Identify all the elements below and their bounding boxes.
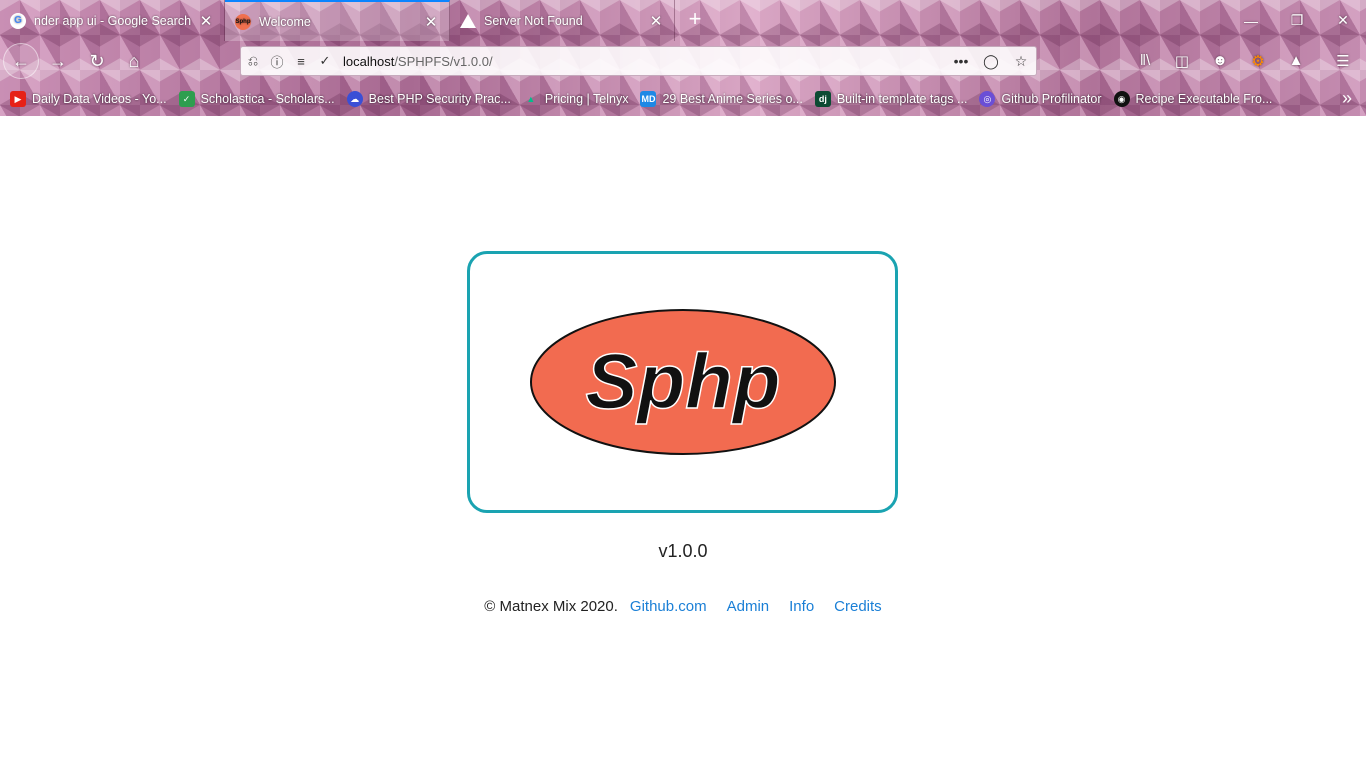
nav-bar: ← → ↻ ⌂ ⎌ ⓘ ≡ ✓ localhost/SPHPFS/v1.0.0/…: [0, 41, 1366, 81]
md-icon: MD: [640, 91, 657, 107]
close-icon[interactable]: ✕: [648, 12, 664, 30]
close-icon[interactable]: ✕: [423, 13, 439, 31]
tab-title: Server Not Found: [484, 13, 583, 28]
django-icon: dj: [814, 91, 831, 107]
bookmark-item[interactable]: ▲ Pricing | Telnyx: [523, 91, 629, 107]
home-button[interactable]: ⌂: [118, 45, 150, 77]
bookmark-star-icon[interactable]: ☆: [1006, 53, 1036, 70]
page-content: Sphp v1.0.0 © Matnex Mix 2020. Github.co…: [0, 116, 1366, 768]
tab-server-not-found[interactable]: Server Not Found ✕: [450, 0, 675, 41]
bookmark-label: 29 Best Anime Series o...: [662, 92, 803, 106]
tab-google-search[interactable]: G nder app ui - Google Search ✕: [0, 0, 225, 41]
bookmark-item[interactable]: ▶ Daily Data Videos - Yo...: [10, 91, 167, 107]
minimize-button[interactable]: —: [1228, 0, 1274, 41]
close-icon[interactable]: ✕: [198, 12, 214, 30]
bookmark-label: Github Profilinator: [1001, 92, 1102, 106]
logo-card: Sphp: [467, 251, 898, 513]
admin-link[interactable]: Admin: [727, 598, 770, 615]
browser-chrome: G nder app ui - Google Search ✕ Sphp Wel…: [0, 0, 1366, 116]
autoplay-blocked-icon[interactable]: ✓: [313, 53, 337, 69]
bookmark-label: Best PHP Security Prac...: [368, 92, 511, 106]
github-icon: ◉: [1113, 91, 1130, 107]
tracking-protection-icon[interactable]: ⎌: [241, 53, 265, 69]
shield-check-icon: ✓: [178, 91, 195, 107]
credits-link[interactable]: Credits: [834, 598, 882, 615]
sphp-logo: Sphp: [530, 309, 836, 455]
bookmark-label: Built-in template tags ...: [836, 92, 968, 106]
back-button[interactable]: ←: [3, 43, 39, 79]
menu-icon[interactable]: ☰: [1331, 52, 1355, 72]
tab-title: nder app ui - Google Search: [34, 13, 192, 28]
bookmark-item[interactable]: ☁ Best PHP Security Prac...: [346, 91, 511, 107]
url-path: /SPHPFS/v1.0.0/: [394, 53, 493, 69]
bookmarks-bar: ▶ Daily Data Videos - Yo... ✓ Scholastic…: [0, 84, 1366, 114]
bookmark-item[interactable]: ✓ Scholastica - Scholars...: [178, 91, 335, 107]
reload-button[interactable]: ↻: [81, 45, 113, 77]
logo-text: Sphp: [586, 337, 781, 425]
sphp-favicon: Sphp: [235, 13, 251, 30]
github-link[interactable]: Github.com: [630, 598, 707, 615]
footer: © Matnex Mix 2020. Github.com Admin Info…: [0, 598, 1366, 615]
bookmark-label: Daily Data Videos - Yo...: [32, 92, 167, 106]
version-label: v1.0.0: [658, 541, 708, 561]
youtube-icon: ▶: [10, 91, 26, 107]
info-icon[interactable]: ⓘ: [265, 52, 289, 71]
tab-welcome[interactable]: Sphp Welcome ✕: [225, 0, 450, 41]
bookmark-item[interactable]: ◉ Recipe Executable Fro...: [1113, 91, 1273, 107]
bookmarks-overflow-icon[interactable]: »: [1342, 88, 1352, 109]
profilinator-icon: ◎: [979, 91, 996, 107]
warning-icon: [460, 13, 476, 28]
info-link[interactable]: Info: [789, 598, 814, 615]
account-icon[interactable]: ☻: [1208, 52, 1232, 72]
bookmark-label: Scholastica - Scholars...: [200, 92, 335, 106]
tab-title: Welcome: [259, 14, 311, 29]
cloud-icon: ☁: [346, 91, 363, 107]
bookmark-label: Recipe Executable Fro...: [1135, 92, 1273, 106]
bookmark-item[interactable]: MD 29 Best Anime Series o...: [640, 91, 803, 107]
close-window-button[interactable]: ✕: [1320, 0, 1366, 41]
google-icon: G: [10, 12, 26, 29]
bookmark-label: Pricing | Telnyx: [544, 92, 629, 106]
pocket-icon[interactable]: ◯: [976, 53, 1006, 70]
extension-icon[interactable]: ⚙: [1246, 52, 1270, 72]
extension-hat-icon[interactable]: ▲: [1284, 52, 1308, 72]
bookmark-item[interactable]: dj Built-in template tags ...: [814, 91, 968, 107]
url-text[interactable]: localhost/SPHPFS/v1.0.0/: [343, 54, 946, 69]
sidebar-icon[interactable]: ◫: [1170, 52, 1194, 72]
page-actions-icon[interactable]: •••: [946, 53, 976, 69]
telnyx-icon: ▲: [526, 94, 536, 104]
forward-button[interactable]: →: [42, 45, 74, 77]
bookmark-item[interactable]: ◎ Github Profilinator: [979, 91, 1102, 107]
tab-strip: G nder app ui - Google Search ✕ Sphp Wel…: [0, 0, 1366, 41]
new-tab-button[interactable]: +: [682, 6, 708, 32]
library-icon[interactable]: ‖\: [1133, 52, 1157, 72]
url-host: localhost: [343, 53, 395, 69]
copyright-text: © Matnex Mix 2020.: [484, 598, 618, 615]
url-bar[interactable]: ⎌ ⓘ ≡ ✓ localhost/SPHPFS/v1.0.0/ ••• ◯ ☆: [240, 46, 1037, 76]
restore-button[interactable]: ❐: [1274, 0, 1320, 41]
permissions-icon[interactable]: ≡: [289, 54, 313, 69]
